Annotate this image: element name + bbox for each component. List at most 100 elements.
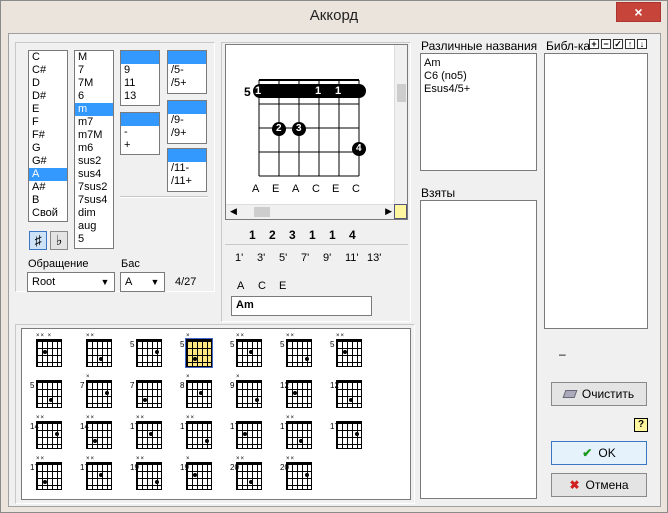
chord-variation[interactable]: ×× × [28, 333, 68, 377]
chord-type-item[interactable]: sus2 [75, 155, 113, 168]
chord-variations-grid[interactable]: ×× × ×× 5 5 × 5 ×× 5 ×× 5 ×× 5 7 × 7 8 × 9 × 12 12 14 ×× 14 ×× 17… [21, 328, 411, 500]
root-note-item[interactable]: G [29, 142, 67, 155]
extension-list[interactable]: 9 11 13 [120, 50, 160, 106]
scroll-thumb[interactable] [254, 207, 270, 217]
chord-type-item[interactable]: aug [75, 220, 113, 233]
chord-variation[interactable]: 19 × [178, 456, 218, 500]
chord-variation[interactable]: 8 × [178, 374, 218, 418]
chord-variation[interactable]: 14 ×× [28, 415, 68, 459]
option-item[interactable]: /5+ [168, 77, 206, 90]
eleventh-alteration-list[interactable]: /11-/11+ [167, 148, 207, 192]
root-note-item[interactable]: B [29, 194, 67, 207]
chord-variation[interactable]: 17 ×× [78, 456, 118, 500]
ok-button[interactable]: ✔ OK [551, 441, 647, 465]
option-item[interactable] [121, 113, 159, 126]
chord-variation[interactable]: 20 ×× [228, 456, 268, 500]
chord-type-item[interactable]: m7 [75, 116, 113, 129]
root-note-item[interactable]: A# [29, 181, 67, 194]
chord-variation[interactable]: 17 ×× [278, 415, 318, 459]
root-note-item[interactable]: F [29, 116, 67, 129]
chord-variation[interactable]: 9 × [228, 374, 268, 418]
chord-type-item[interactable]: 7sus2 [75, 181, 113, 194]
option-item[interactable] [168, 51, 206, 64]
chord-name-field[interactable]: Am [231, 296, 372, 316]
root-note-list[interactable]: C C# D D# E F F# G G# A A# B Свой [28, 50, 68, 222]
scroll-left-icon[interactable]: ◀ [230, 206, 237, 217]
chord-variation[interactable]: 17 ×× [178, 415, 218, 459]
chord-type-item[interactable]: dim [75, 207, 113, 220]
library-tool-icon[interactable]: ↑ [625, 39, 635, 49]
library-tool-icon[interactable]: ✓ [613, 39, 623, 49]
chord-type-list[interactable]: M 7 7M 6 m m7 m7M m6 sus2 sus4 7sus2 7sus4 dim aug 5 [74, 50, 114, 249]
alt-name-item[interactable]: Am [421, 57, 536, 70]
alt-name-item[interactable]: Esus4/5+ [421, 83, 536, 96]
option-item[interactable]: - [121, 126, 159, 139]
option-item[interactable]: /5- [168, 64, 206, 77]
alternative-names-list[interactable]: Am C6 (no5) Esus4/5+ [420, 53, 537, 171]
chord-variation[interactable]: 20 ×× [278, 456, 318, 500]
scroll-thumb[interactable] [397, 84, 406, 102]
library-tool-icon[interactable]: ↓ [637, 39, 647, 49]
option-item[interactable] [168, 101, 206, 114]
option-item[interactable]: /11+ [168, 175, 206, 188]
ninth-alteration-list[interactable]: /9-/9+ [167, 100, 207, 144]
bass-select[interactable]: A ▼ [120, 272, 165, 292]
option-item[interactable] [121, 51, 159, 64]
root-note-item[interactable]: C [29, 51, 67, 64]
flat-button[interactable]: ♭ [50, 231, 68, 250]
root-note-item[interactable]: F# [29, 129, 67, 142]
chord-variation[interactable]: ×× [78, 333, 118, 377]
view-toggle-icon[interactable] [394, 204, 407, 219]
chord-type-item[interactable]: m6 [75, 142, 113, 155]
option-item[interactable]: /9+ [168, 127, 206, 140]
chord-type-item[interactable]: m7M [75, 129, 113, 142]
option-item[interactable]: 11 [121, 77, 159, 90]
chord-variation[interactable]: 12 [328, 374, 368, 418]
help-icon[interactable]: ? [634, 418, 648, 432]
library-list[interactable] [544, 53, 648, 329]
root-note-item[interactable]: D [29, 77, 67, 90]
chord-variation[interactable]: 5 [128, 333, 168, 377]
chord-variation[interactable]: 19 ×× [128, 456, 168, 500]
inversion-select[interactable]: Root ▼ [27, 272, 115, 292]
taken-list[interactable] [420, 200, 537, 499]
option-item[interactable]: /11- [168, 162, 206, 175]
root-note-item[interactable]: A [29, 168, 67, 181]
option-item[interactable]: 13 [121, 90, 159, 103]
sharp-button[interactable]: ♯ [29, 231, 47, 250]
root-note-item[interactable]: E [29, 103, 67, 116]
chord-variation[interactable]: 5 ×× [278, 333, 318, 377]
chord-type-item[interactable]: 6 [75, 90, 113, 103]
root-note-item[interactable]: G# [29, 155, 67, 168]
root-note-item[interactable]: D# [29, 90, 67, 103]
chord-variation[interactable]: 5 × [178, 333, 218, 377]
option-item[interactable]: 9 [121, 64, 159, 77]
option-item[interactable] [168, 149, 206, 162]
horizontal-scrollbar[interactable]: ◀ ▶ [226, 204, 396, 219]
chord-variation[interactable]: 17 [328, 415, 368, 459]
chord-variation[interactable]: 7 [128, 374, 168, 418]
chord-variation[interactable]: 14 ×× [78, 415, 118, 459]
chord-variation[interactable]: 17 ×× [28, 456, 68, 500]
root-note-item[interactable]: C# [29, 64, 67, 77]
extension-modifier-list[interactable]: - + [120, 112, 160, 155]
scroll-right-icon[interactable]: ▶ [385, 206, 392, 217]
root-note-item[interactable]: Свой [29, 207, 67, 220]
chord-type-item[interactable]: 7 [75, 64, 113, 77]
chord-variation[interactable]: 7 × [78, 374, 118, 418]
chord-type-item[interactable]: 7M [75, 77, 113, 90]
chord-type-item[interactable]: sus4 [75, 168, 113, 181]
chord-variation[interactable]: 17 ×× [128, 415, 168, 459]
library-tool-icon[interactable]: + [589, 39, 599, 49]
chord-variation[interactable]: 5 [28, 374, 68, 418]
close-icon[interactable]: × [616, 2, 661, 22]
chord-type-item[interactable]: 7sus4 [75, 194, 113, 207]
chord-type-item[interactable]: 5 [75, 233, 113, 246]
option-item[interactable]: /9- [168, 114, 206, 127]
chord-type-item[interactable]: M [75, 51, 113, 64]
chord-variation[interactable]: 5 ×× [228, 333, 268, 377]
chord-variation[interactable]: 12 [278, 374, 318, 418]
library-tool-icon[interactable]: − [601, 39, 611, 49]
chord-type-item[interactable]: m [75, 103, 113, 116]
option-item[interactable]: + [121, 139, 159, 152]
